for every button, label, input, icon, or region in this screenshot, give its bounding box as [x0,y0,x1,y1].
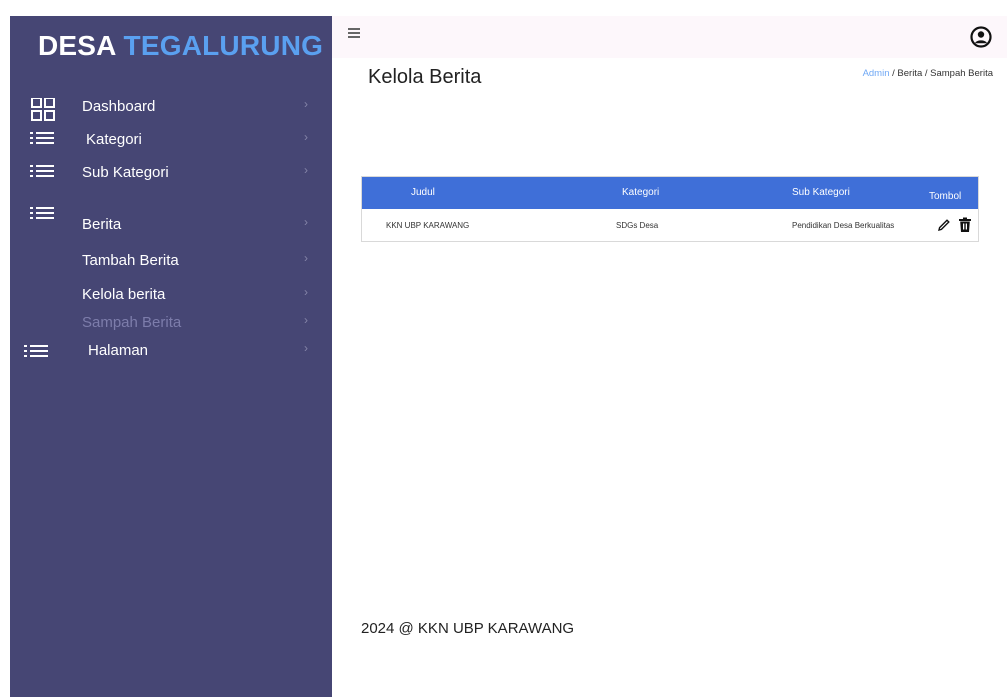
sidebar-item-label: Kelola berita [82,286,166,303]
cell-kategori: SDGs Desa [616,221,659,230]
chevron-right-icon: › [304,341,308,355]
table-header: Judul Kategori Sub Kategori Tombol [362,177,978,209]
list-icon [30,164,56,184]
sidebar: DESA TEGALURUNG Dashboard › Kategori › S… [10,16,332,697]
sidebar-item-label: Dashboard [82,98,156,115]
breadcrumb-path: / Berita / Sampah Berita [889,68,993,79]
sidebar-item-halaman[interactable]: Halaman › [10,338,332,364]
brand-word-1: DESA [38,30,116,61]
chevron-right-icon: › [304,130,308,144]
chevron-right-icon: › [304,313,308,327]
cell-sub-kategori: Pendidikan Desa Berkualitas [792,221,895,230]
page-title: Kelola Berita [368,66,482,88]
cell-judul: KKN UBP KARAWANG [386,221,470,230]
edit-pencil-icon[interactable] [937,217,951,233]
header-sub-kategori: Sub Kategori [792,187,850,198]
brand-word-2: TEGALURUNG [123,30,324,61]
list-icon [30,131,56,151]
sidebar-item-kelola-berita[interactable]: Kelola berita › [10,282,332,308]
sidebar-item-label: Sub Kategori [82,164,169,181]
sidebar-item-label: Kategori [86,131,142,148]
chevron-right-icon: › [304,251,308,265]
chevron-right-icon: › [304,163,308,177]
list-icon [24,344,50,364]
sidebar-item-dashboard[interactable]: Dashboard › [10,94,332,121]
header-judul: Judul [411,187,435,198]
sidebar-item-kategori[interactable]: Kategori › [10,127,332,153]
breadcrumb: Admin / Berita / Sampah Berita [863,68,993,79]
header-kategori: Kategori [622,187,660,198]
sidebar-item-sub-kategori[interactable]: Sub Kategori › [10,160,332,186]
sidebar-item-tambah-berita[interactable]: Tambah Berita › [10,248,332,274]
footer-text: 2024 @ KKN UBP KARAWANG [361,620,575,637]
hamburger-icon[interactable] [348,28,360,40]
user-circle-icon[interactable] [970,26,992,48]
sidebar-item-berita[interactable]: Berita › [10,207,332,238]
brand-title: DESA TEGALURUNG [38,30,323,62]
top-bar [332,16,1007,58]
sidebar-item-label: Tambah Berita [82,252,179,269]
news-table: Judul Kategori Sub Kategori Tombol KKN U… [361,176,979,242]
chevron-right-icon: › [304,215,308,229]
sidebar-item-label: Sampah Berita [82,314,182,331]
list-icon [30,206,56,226]
delete-trash-icon[interactable] [958,217,972,233]
sidebar-item-label: Berita [82,216,122,233]
header-tombol: Tombol [929,191,962,202]
chevron-right-icon: › [304,97,308,111]
chevron-right-icon: › [304,285,308,299]
sidebar-item-sampah-berita[interactable]: Sampah Berita › [10,310,332,336]
sidebar-item-label: Halaman [88,342,149,359]
breadcrumb-link-admin[interactable]: Admin [863,68,890,79]
grid-icon [30,97,56,121]
